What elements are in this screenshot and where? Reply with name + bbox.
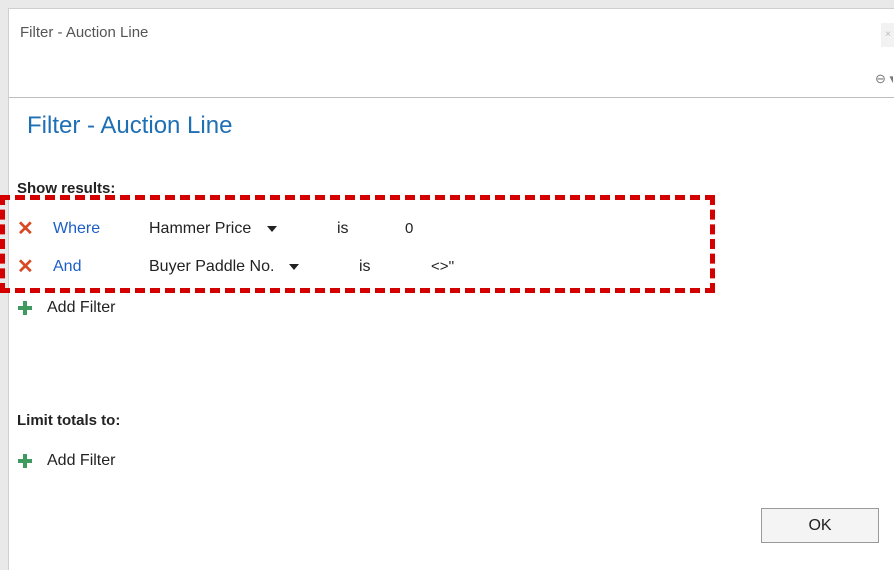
filter-field-select[interactable]: Buyer Paddle No. [149,258,300,276]
add-filter-label: Add Filter [47,452,116,469]
remove-filter-icon[interactable]: ✕ [17,256,35,278]
title-bar: Filter - Auction Line × [9,9,894,59]
filter-field-value: Buyer Paddle No. [149,258,275,275]
dropdown-arrow-icon[interactable] [289,264,300,270]
add-filter-label: Add Filter [47,299,116,316]
filter-row: ✕ Where Hammer Price is 0 [17,218,717,242]
filter-value[interactable]: 0 [405,220,413,237]
filter-condition: is [359,258,371,275]
dialog-heading: Filter - Auction Line [27,112,233,139]
limit-totals-label: Limit totals to: [17,412,121,429]
options-icon[interactable]: ⊖ ▾ [875,71,893,87]
filter-operator-link[interactable]: And [53,258,81,276]
dropdown-arrow-icon[interactable] [267,226,278,232]
filter-row: ✕ And Buyer Paddle No. is <>'' [17,256,717,280]
filter-field-select[interactable]: Hammer Price [149,220,278,238]
add-filter-button[interactable]: Add Filter [17,297,115,319]
filter-field-value: Hammer Price [149,220,252,237]
filter-condition: is [337,220,349,237]
close-icon[interactable]: × [881,23,894,47]
toolbar: ⊖ ▾ [9,59,894,98]
window-title: Filter - Auction Line [20,24,149,41]
filter-operator-link[interactable]: Where [53,220,100,238]
remove-filter-icon[interactable]: ✕ [17,218,35,240]
filter-value[interactable]: <>'' [431,258,454,275]
plus-icon [17,300,33,316]
ok-button[interactable]: OK [761,508,879,543]
plus-icon [17,453,33,469]
add-totals-filter-button[interactable]: Add Filter [17,450,115,472]
